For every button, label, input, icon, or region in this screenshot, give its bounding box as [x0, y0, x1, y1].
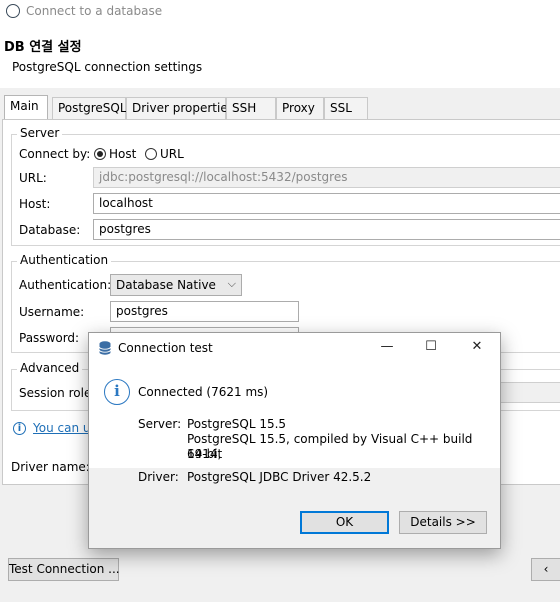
page-subtitle: PostgreSQL connection settings — [12, 60, 203, 74]
tab-ssl[interactable]: SSL — [324, 97, 368, 119]
tab-proxy[interactable]: Proxy — [276, 97, 324, 119]
server-label: Server: — [138, 417, 182, 431]
dialog-header: DB 연결 설정 PostgreSQL connection settings — [0, 24, 560, 88]
close-icon[interactable]: ✕ — [467, 338, 487, 356]
chevron-down-icon: ⌵ — [227, 277, 236, 290]
host-field[interactable]: localhost — [93, 193, 560, 214]
authentication-select[interactable]: Database Native ⌵ — [110, 274, 242, 296]
connection-test-dialog: Connection test — ☐ ✕ i Connected (7621 … — [88, 332, 501, 549]
tab-main[interactable]: Main — [4, 95, 48, 120]
back-button[interactable]: ‹ — [531, 558, 560, 581]
info-link[interactable]: You can u — [33, 421, 90, 435]
tab-ssh[interactable]: SSH — [226, 97, 276, 119]
dialog-titlebar: Connection test — ☐ ✕ — [89, 333, 500, 363]
url-radio-label[interactable]: URL — [160, 147, 184, 161]
info-icon: i — [13, 422, 26, 435]
host-label: Host: — [19, 197, 51, 211]
database-label: Database: — [19, 223, 81, 237]
driver-value: PostgreSQL JDBC Driver 42.5.2 — [187, 470, 372, 484]
info-icon: i — [104, 379, 130, 405]
window-titlebar: Connect to a database — [0, 0, 560, 24]
ok-button[interactable]: OK — [300, 511, 389, 534]
dbeaver-icon — [6, 4, 20, 18]
tab-postgresql[interactable]: PostgreSQL — [52, 97, 127, 119]
database-icon — [99, 341, 111, 355]
driver-label: Driver: — [138, 470, 179, 484]
page-title: DB 연결 설정 — [4, 40, 82, 55]
server-version-line-3: 64-bit — [187, 447, 223, 461]
advanced-legend: Advanced — [17, 361, 83, 375]
session-role-label: Session role: — [19, 386, 96, 400]
details-button[interactable]: Details >> — [399, 511, 487, 534]
url-field: jdbc:postgresql://localhost:5432/postgre… — [93, 167, 560, 188]
connect-by-label: Connect by: — [19, 147, 91, 161]
password-label: Password: — [19, 331, 80, 345]
test-connection-button[interactable]: Test Connection ... — [8, 558, 120, 581]
driver-name-label: Driver name: — [11, 460, 90, 474]
server-legend: Server — [17, 126, 63, 140]
tab-driver-properties[interactable]: Driver properties — [126, 97, 234, 119]
database-field[interactable]: postgres — [93, 219, 560, 240]
url-label: URL: — [19, 171, 47, 185]
maximize-icon[interactable]: ☐ — [421, 338, 441, 356]
host-radio-label[interactable]: Host — [109, 147, 136, 161]
url-radio[interactable] — [145, 148, 157, 160]
username-label: Username: — [19, 305, 85, 319]
host-radio[interactable] — [94, 148, 106, 160]
authentication-legend: Authentication — [17, 253, 112, 267]
connection-status: Connected (7621 ms) — [138, 385, 269, 399]
server-version-line-2: PostgreSQL 15.5, compiled by Visual C++ … — [187, 432, 473, 461]
server-version-line-1: PostgreSQL 15.5 — [187, 417, 287, 431]
minimize-icon[interactable]: — — [377, 338, 397, 356]
authentication-label: Authentication: — [19, 278, 112, 292]
username-field[interactable]: postgres — [110, 301, 299, 322]
authentication-select-value: Database Native — [116, 278, 216, 292]
window-title: Connect to a database — [26, 4, 163, 18]
dialog-title: Connection test — [118, 341, 213, 355]
